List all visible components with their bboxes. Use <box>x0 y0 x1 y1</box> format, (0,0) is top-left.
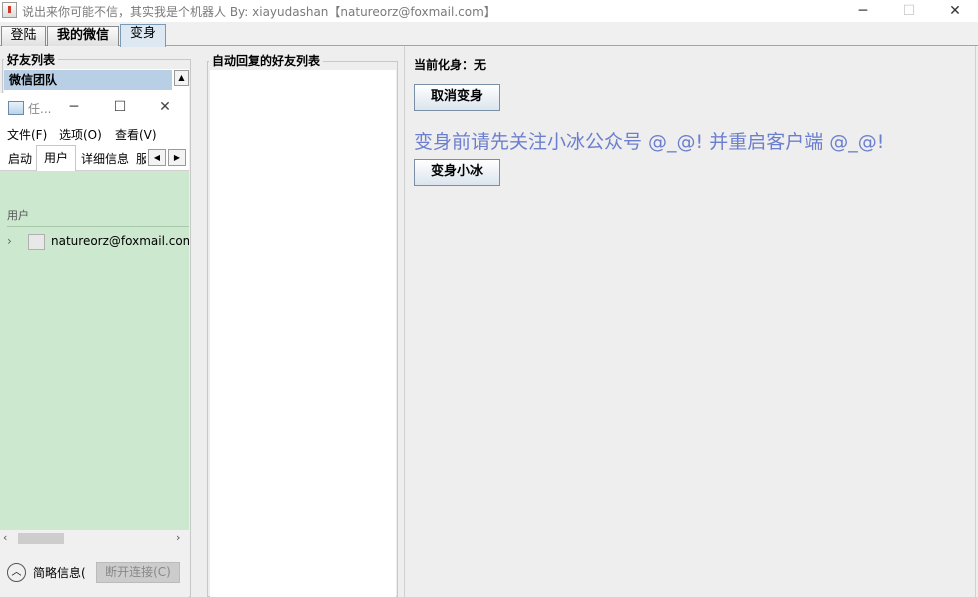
tm-user-row[interactable]: natureorz@foxmail.com <box>51 234 189 248</box>
task-manager-title: 任... <box>28 102 52 116</box>
tm-menu-file[interactable]: 文件(F) <box>7 126 47 143</box>
tm-tab-startup[interactable]: 启动 <box>4 148 36 170</box>
transform-hint-text: 变身前请先关注小冰公众号 @_@! 并重启客户端 @_@! <box>414 131 885 153</box>
current-avatar-label: 当前化身：无 <box>414 58 487 72</box>
window-title: 说出来你可能不信，其实我是个机器人 By: xiayudashan【nature… <box>22 5 496 19</box>
tm-header-divider <box>7 226 189 227</box>
task-manager-icon <box>8 101 24 115</box>
tm-minimize-icon[interactable]: ─ <box>62 99 86 115</box>
minimize-icon[interactable]: ─ <box>840 0 886 22</box>
tm-fewer-details-label[interactable]: 简略信息( <box>33 564 86 581</box>
hscroll-right-icon[interactable]: › <box>176 531 180 544</box>
tm-tab-services[interactable]: 服 <box>136 148 146 170</box>
maximize-icon[interactable]: ☐ <box>886 0 932 22</box>
tm-menu-view[interactable]: 查看(V) <box>115 126 157 143</box>
hscroll-thumb[interactable] <box>18 533 64 544</box>
hscroll-left-icon[interactable]: ‹ <box>3 531 7 544</box>
tm-tab-scroll-left-icon[interactable]: ◀ <box>148 149 166 166</box>
tm-tab-details[interactable]: 详细信息 <box>77 148 133 170</box>
friend-list-title: 好友列表 <box>4 51 59 68</box>
tm-menu-options[interactable]: 选项(O) <box>59 126 102 143</box>
java-app-icon <box>2 2 17 18</box>
close-icon[interactable]: ✕ <box>932 0 978 22</box>
cancel-transform-button[interactable]: 取消变身 <box>414 84 500 111</box>
xiaobing-transform-button[interactable]: 变身小冰 <box>414 159 500 186</box>
collapse-up-icon[interactable]: ︿ <box>7 563 26 582</box>
tm-maximize-icon[interactable]: ☐ <box>108 99 132 115</box>
tab-my-wechat[interactable]: 我的微信 <box>47 26 119 46</box>
friend-list-item-selected[interactable]: 微信团队 <box>4 70 172 90</box>
scroll-up-icon[interactable]: ▲ <box>174 70 189 86</box>
expand-chevron-icon[interactable]: › <box>7 234 12 248</box>
tm-tab-scroll-right-icon[interactable]: ▶ <box>168 149 186 166</box>
tm-column-header: 用户 <box>7 209 29 222</box>
user-avatar-icon <box>28 234 45 250</box>
disconnect-button[interactable]: 断开连接(C) <box>96 562 180 583</box>
auto-reply-list[interactable] <box>210 70 396 597</box>
tm-close-icon[interactable]: ✕ <box>153 99 177 115</box>
tm-tab-users[interactable]: 用户 <box>36 145 76 171</box>
auto-reply-title: 自动回复的好友列表 <box>209 52 324 69</box>
tab-transform[interactable]: 变身 <box>120 24 166 47</box>
tab-login[interactable]: 登陆 <box>1 26 46 46</box>
